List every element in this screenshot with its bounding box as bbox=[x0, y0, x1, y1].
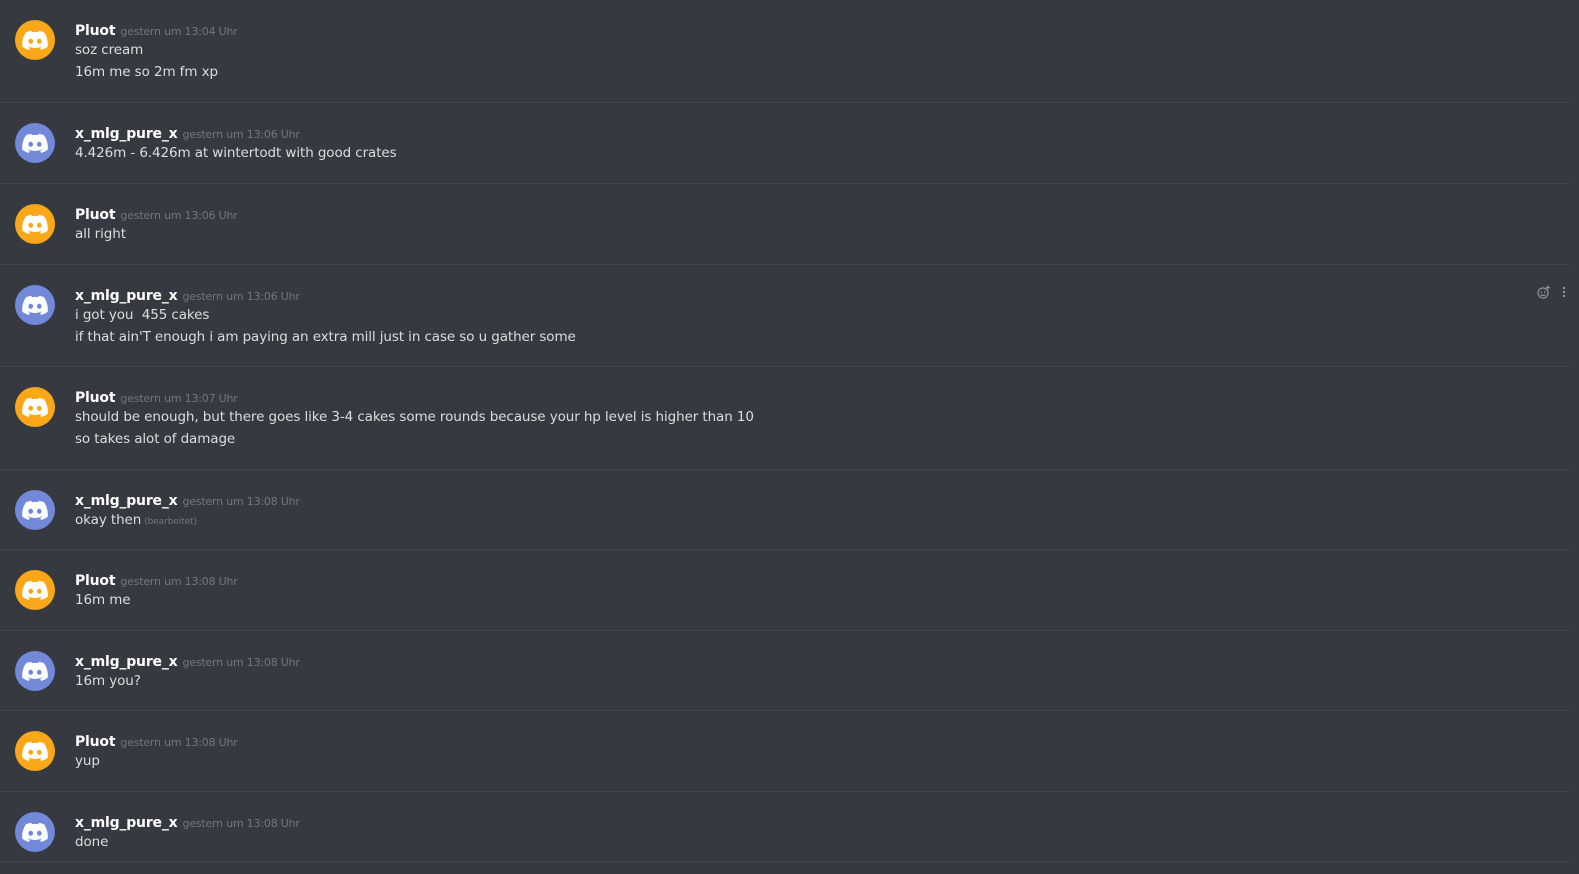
message-text-content: okay then bbox=[75, 512, 142, 528]
discord-logo-icon bbox=[22, 580, 48, 600]
message-header: Pluot gestern um 13:06 Uhr bbox=[75, 205, 1571, 223]
username[interactable]: Pluot bbox=[75, 207, 116, 223]
message-item: x_mlg_pure_x gestern um 13:08 Uhr 16m you… bbox=[0, 631, 1571, 711]
message-item: Pluot gestern um 13:04 Uhr soz cream 16m … bbox=[0, 0, 1571, 103]
avatar[interactable] bbox=[15, 387, 55, 427]
discord-logo-icon bbox=[22, 661, 48, 681]
timestamp: gestern um 13:06 Uhr bbox=[182, 128, 300, 141]
message-header: x_mlg_pure_x gestern um 13:06 Uhr bbox=[75, 286, 1571, 304]
message-header: x_mlg_pure_x gestern um 13:08 Uhr bbox=[75, 652, 1571, 670]
message-header: x_mlg_pure_x gestern um 13:06 Uhr bbox=[75, 124, 1571, 142]
message-header: x_mlg_pure_x gestern um 13:08 Uhr bbox=[75, 813, 1571, 831]
username[interactable]: Pluot bbox=[75, 390, 116, 406]
discord-logo-icon bbox=[22, 500, 48, 520]
message-text: 16m you? bbox=[75, 673, 141, 689]
message-item: Pluot gestern um 13:08 Uhr yup bbox=[0, 711, 1571, 792]
timestamp: gestern um 13:08 Uhr bbox=[182, 817, 300, 830]
message-text: 16m me bbox=[75, 592, 131, 608]
message-header: Pluot gestern um 13:07 Uhr bbox=[75, 388, 1571, 406]
message-item: x_mlg_pure_x gestern um 13:06 Uhr 4.426m … bbox=[0, 103, 1571, 184]
message-text: okay then (bearbeitet) bbox=[75, 509, 1571, 533]
avatar[interactable] bbox=[15, 570, 55, 610]
message-item: Pluot gestern um 13:08 Uhr 16m me bbox=[0, 550, 1571, 631]
timestamp: gestern um 13:08 Uhr bbox=[120, 575, 238, 588]
avatar[interactable] bbox=[15, 123, 55, 163]
message-header: Pluot gestern um 13:08 Uhr bbox=[75, 571, 1571, 589]
avatar[interactable] bbox=[15, 812, 55, 852]
message-header: x_mlg_pure_x gestern um 13:08 Uhr bbox=[75, 491, 1571, 509]
discord-logo-icon bbox=[22, 822, 48, 842]
username[interactable]: x_mlg_pure_x bbox=[75, 126, 178, 142]
discord-logo-icon bbox=[22, 214, 48, 234]
timestamp: gestern um 13:04 Uhr bbox=[120, 25, 238, 38]
more-options-icon[interactable] bbox=[1557, 285, 1571, 299]
message-header: Pluot gestern um 13:08 Uhr bbox=[75, 732, 1571, 750]
message-text: done bbox=[75, 834, 109, 850]
message-list[interactable]: Pluot gestern um 13:04 Uhr soz cream 16m … bbox=[0, 0, 1579, 874]
message-item: x_mlg_pure_x gestern um 13:06 Uhr i got y… bbox=[0, 265, 1571, 367]
message-text: yup bbox=[75, 753, 100, 769]
avatar[interactable] bbox=[15, 651, 55, 691]
message-text: so takes alot of damage bbox=[75, 431, 236, 447]
message-text: should be enough, but there goes like 3-… bbox=[75, 409, 754, 425]
discord-logo-icon bbox=[22, 133, 48, 153]
message-text: if that ain'T enough i am paying an extr… bbox=[75, 329, 576, 345]
username[interactable]: x_mlg_pure_x bbox=[75, 654, 178, 670]
discord-logo-icon bbox=[22, 741, 48, 761]
message-text: 16m me so 2m fm xp bbox=[75, 64, 218, 80]
timestamp: gestern um 13:08 Uhr bbox=[120, 736, 238, 749]
message-item: x_mlg_pure_x gestern um 13:08 Uhr okay th… bbox=[0, 470, 1571, 550]
discord-logo-icon bbox=[22, 397, 48, 417]
timestamp: gestern um 13:08 Uhr bbox=[182, 495, 300, 508]
username[interactable]: Pluot bbox=[75, 573, 116, 589]
avatar[interactable] bbox=[15, 204, 55, 244]
avatar[interactable] bbox=[15, 490, 55, 530]
username[interactable]: Pluot bbox=[75, 734, 116, 750]
timestamp: gestern um 13:08 Uhr bbox=[182, 656, 300, 669]
username[interactable]: Pluot bbox=[75, 23, 116, 39]
message-hover-toolbar bbox=[1537, 285, 1571, 299]
message-text: 4.426m - 6.426m at wintertodt with good … bbox=[75, 145, 397, 161]
message-header: Pluot gestern um 13:04 Uhr bbox=[75, 21, 1571, 39]
message-item: Pluot gestern um 13:07 Uhr should be enou… bbox=[0, 367, 1571, 470]
add-reaction-icon[interactable] bbox=[1537, 285, 1551, 299]
username[interactable]: x_mlg_pure_x bbox=[75, 493, 178, 509]
timestamp: gestern um 13:06 Uhr bbox=[120, 209, 238, 222]
avatar[interactable] bbox=[15, 20, 55, 60]
username[interactable]: x_mlg_pure_x bbox=[75, 288, 178, 304]
message-item: Pluot gestern um 13:06 Uhr all right bbox=[0, 184, 1571, 265]
timestamp: gestern um 13:07 Uhr bbox=[120, 392, 238, 405]
edited-label: (bearbeitet) bbox=[144, 517, 197, 527]
discord-logo-icon bbox=[22, 30, 48, 50]
avatar[interactable] bbox=[15, 731, 55, 771]
discord-logo-icon bbox=[22, 295, 48, 315]
username[interactable]: x_mlg_pure_x bbox=[75, 815, 178, 831]
timestamp: gestern um 13:06 Uhr bbox=[182, 290, 300, 303]
message-text: i got you 455 cakes bbox=[75, 307, 210, 323]
message-text: soz cream bbox=[75, 42, 144, 58]
avatar[interactable] bbox=[15, 285, 55, 325]
message-item: x_mlg_pure_x gestern um 13:08 Uhr done bbox=[0, 792, 1571, 862]
message-text: all right bbox=[75, 226, 126, 242]
